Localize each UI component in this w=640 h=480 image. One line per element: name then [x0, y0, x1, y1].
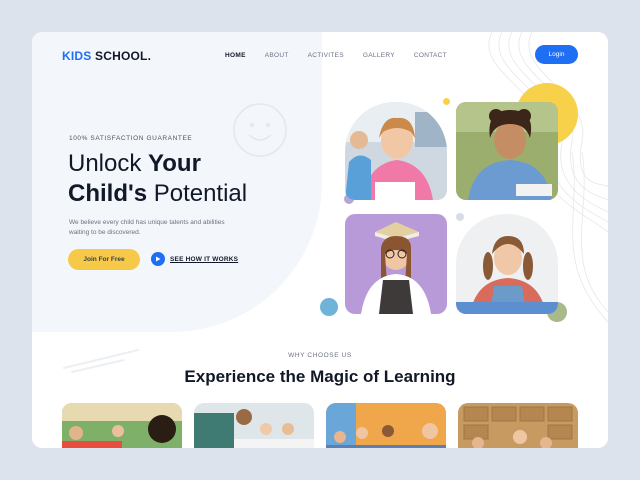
section-title: Experience the Magic of Learning: [32, 367, 608, 387]
guarantee-label: 100% SATISFACTION GUARANTEE: [69, 135, 193, 142]
nav-item-home[interactable]: HOME: [225, 52, 246, 59]
why-choose-us-eyebrow: WHY CHOOSE US: [288, 352, 352, 359]
play-icon[interactable]: [151, 252, 165, 266]
nav-item-contact[interactable]: CONTACT: [414, 52, 447, 59]
small-yellow-dot: [443, 98, 450, 105]
photo-girl-pigtails: [456, 214, 558, 314]
nav-item-about[interactable]: ABOUT: [265, 52, 289, 59]
title-part: Experience: [184, 367, 280, 386]
nav-item-activites[interactable]: ACTIVITES: [308, 52, 344, 59]
gallery-thumb-classroom[interactable]: [62, 403, 182, 448]
headline-emphasis: Child's: [68, 180, 148, 207]
login-button[interactable]: Login: [535, 45, 578, 64]
title-emphasis: the Magic of: [279, 367, 380, 386]
gray-dot: [456, 213, 464, 221]
headline-part: Potential: [147, 180, 248, 207]
logo[interactable]: KIDS SCHOOL.: [62, 49, 151, 63]
hero-subtext: We believe every child has unique talent…: [69, 219, 225, 236]
blue-dot: [320, 298, 338, 316]
logo-kids: KIDS: [62, 49, 92, 63]
see-how-it-works-label: SEE HOW IT WORKS: [170, 255, 239, 263]
photo-boy-smiling: [456, 102, 558, 200]
logo-school: SCHOOL.: [95, 49, 152, 63]
headline-emphasis: Your: [148, 150, 201, 177]
main-nav: HOME ABOUT ACTIVITES GALLERY CONTACT: [225, 52, 466, 59]
gallery-thumb-library[interactable]: [458, 403, 578, 448]
photo-girl-book-on-head: [345, 214, 447, 314]
title-part: Learning: [379, 367, 456, 386]
join-for-free-button[interactable]: Join For Free: [68, 249, 140, 270]
headline-part: Unlock: [68, 150, 149, 177]
hero-headline: Unlock Your Child's Potential: [68, 149, 247, 209]
see-how-it-works-link[interactable]: SEE HOW IT WORKS: [151, 252, 238, 266]
photo-girl-writing: [345, 102, 447, 200]
gallery-thumb-art-class[interactable]: [326, 403, 446, 448]
landing-page-card: KIDS SCHOOL. HOME ABOUT ACTIVITES GALLER…: [32, 32, 608, 448]
nav-item-gallery[interactable]: GALLERY: [363, 52, 395, 59]
gallery-thumb-teacher[interactable]: [194, 403, 314, 448]
